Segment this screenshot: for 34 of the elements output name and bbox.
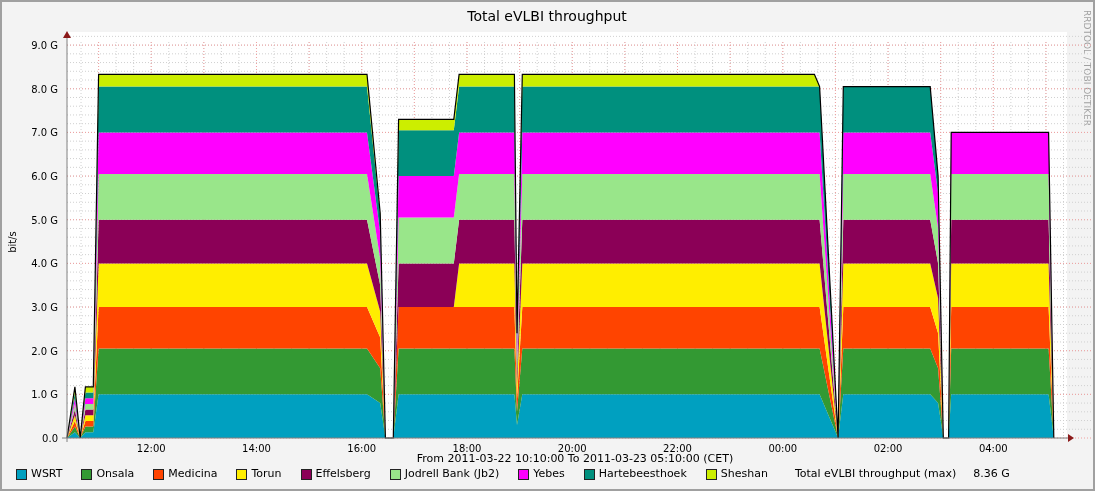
y-axis-label: bit/s: [7, 231, 18, 253]
x-tick-label: 18:00: [452, 443, 482, 452]
legend-label: Jodrell Bank (Jb2): [404, 466, 500, 482]
y-tick-label: 7.0 G: [31, 127, 58, 139]
y-tick-label: 5.0 G: [31, 214, 58, 226]
x-tick-label: 16:00: [347, 443, 377, 452]
y-tick-label: 6.0 G: [31, 171, 58, 183]
x-tick-label: 02:00: [873, 443, 903, 452]
legend-label: Medicina: [168, 466, 218, 482]
y-tick-label: 4.0 G: [31, 258, 58, 270]
legend-label: WSRT: [31, 466, 63, 482]
y-tick-label: 1.0 G: [31, 389, 58, 401]
legend-label: Torun: [251, 466, 282, 482]
x-tick-label: 00:00: [768, 443, 798, 452]
y-tick-label: 0.0: [42, 433, 58, 444]
x-tick-label: 22:00: [663, 443, 692, 452]
legend-label: Total eVLBI throughput (max): [794, 466, 957, 482]
x-tick-label: 20:00: [557, 443, 587, 452]
x-tick-label: 04:00: [978, 443, 1008, 452]
x-tick-label: 12:00: [136, 443, 166, 452]
y-tick-label: 8.0 G: [31, 83, 58, 95]
time-range: From 2011-03-22 10:10:00 To 2011-03-23 05:10:00 (CET): [415, 452, 735, 466]
legend-label: Yebes: [533, 466, 565, 482]
y-tick-label: 9.0 G: [31, 40, 58, 52]
chart-title: Total eVLBI throughput: [467, 8, 627, 24]
legend-label: Hartebeesthoek: [598, 466, 687, 482]
y-tick-label: 2.0 G: [31, 345, 58, 357]
y-tick-label: 3.0 G: [31, 302, 58, 314]
x-tick-label: 14:00: [242, 443, 271, 452]
legend-label: Onsala: [96, 466, 135, 482]
legend-label: Effelsberg: [315, 466, 371, 482]
side-label: RRDTOOL / TOBI OETIKER: [1082, 10, 1092, 126]
legend-label: Sheshan: [720, 466, 768, 482]
total-value: 8.36 G: [973, 466, 1010, 482]
